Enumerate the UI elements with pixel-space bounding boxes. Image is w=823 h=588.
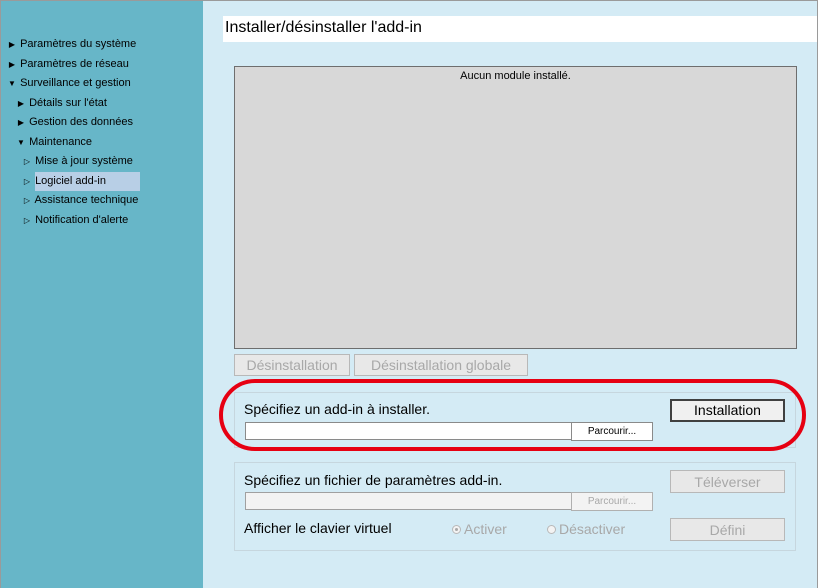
settings-browse-button[interactable]: Parcourir... [571, 492, 653, 511]
install-label: Spécifiez un add-in à installer. [244, 401, 430, 417]
install-file-path-input[interactable] [245, 422, 573, 440]
sidebar-item-status-details[interactable]: ▶ Détails sur l'état [1, 94, 203, 114]
triangle-down-icon: ▼ [8, 79, 16, 88]
sidebar-item-label: Surveillance et gestion [20, 77, 131, 89]
sidebar-nav: ▶ Paramètres du système ▶ Paramètres de … [1, 1, 203, 588]
triangle-right-icon: ▶ [8, 40, 16, 49]
keyboard-enable-radio[interactable]: Activer [452, 521, 507, 537]
module-list[interactable]: Aucun module installé. [234, 66, 797, 349]
keyboard-disable-radio[interactable]: Désactiver [547, 521, 625, 537]
sidebar-item-addin-software[interactable]: ▷ Logiciel add-in [1, 171, 203, 191]
uninstall-button[interactable]: Désinstallation [234, 354, 350, 376]
sidebar-item-monitoring[interactable]: ▼ Surveillance et gestion [1, 74, 203, 94]
sidebar-item-network-settings[interactable]: ▶ Paramètres de réseau [1, 55, 203, 75]
install-browse-button[interactable]: Parcourir... [571, 422, 653, 441]
triangle-right-icon: ▶ [17, 118, 25, 127]
virtual-keyboard-label: Afficher le clavier virtuel [244, 520, 392, 536]
sidebar-item-system-settings[interactable]: ▶ Paramètres du système [1, 35, 203, 55]
triangle-outline-right-icon: ▷ [23, 176, 31, 186]
triangle-outline-right-icon: ▷ [23, 196, 31, 205]
define-button[interactable]: Défini [670, 518, 785, 541]
sidebar-item-maintenance[interactable]: ▼ Maintenance [1, 133, 203, 153]
sidebar-item-data-management[interactable]: ▶ Gestion des données [1, 113, 203, 133]
sidebar-item-label: Paramètres de réseau [20, 57, 129, 70]
radio-label: Activer [464, 521, 507, 537]
triangle-right-icon: ▶ [8, 59, 16, 69]
sidebar-item-system-update[interactable]: ▷ Mise à jour système [1, 152, 203, 172]
upload-button[interactable]: Téléverser [670, 470, 785, 493]
triangle-down-icon: ▼ [17, 137, 25, 147]
sidebar-item-label: Mise à jour système [35, 155, 133, 167]
sidebar-item-label: Notification d'alerte [35, 213, 129, 226]
triangle-outline-right-icon: ▷ [23, 157, 31, 166]
sidebar-item-label: Paramètres du système [20, 38, 137, 50]
settings-file-label: Spécifiez un fichier de paramètres add-i… [244, 472, 503, 488]
sidebar-item-alert-notification[interactable]: ▷ Notification d'alerte [1, 211, 203, 231]
triangle-outline-right-icon: ▷ [23, 215, 31, 225]
sidebar-item-label: Assistance technique [34, 194, 139, 206]
radio-selected-icon [452, 524, 461, 534]
sidebar-item-label: Logiciel add-in [35, 171, 140, 191]
page-title: Installer/désinstaller l'add-in [223, 16, 817, 42]
sidebar-item-label: Détails sur l'état [29, 96, 107, 109]
triangle-right-icon: ▶ [17, 98, 25, 108]
install-button[interactable]: Installation [670, 399, 785, 422]
radio-label: Désactiver [559, 521, 626, 537]
uninstall-all-button[interactable]: Désinstallation globale [354, 354, 528, 376]
module-list-empty-message: Aucun module installé. [460, 70, 571, 82]
settings-file-path-input[interactable] [245, 492, 573, 510]
sidebar-item-label: Maintenance [29, 135, 93, 148]
main-panel: Installer/désinstaller l'add-in Aucun mo… [203, 1, 817, 588]
sidebar-item-tech-support[interactable]: ▷ Assistance technique [1, 191, 203, 211]
sidebar-item-label: Gestion des données [29, 116, 134, 128]
radio-unselected-icon [547, 524, 556, 534]
